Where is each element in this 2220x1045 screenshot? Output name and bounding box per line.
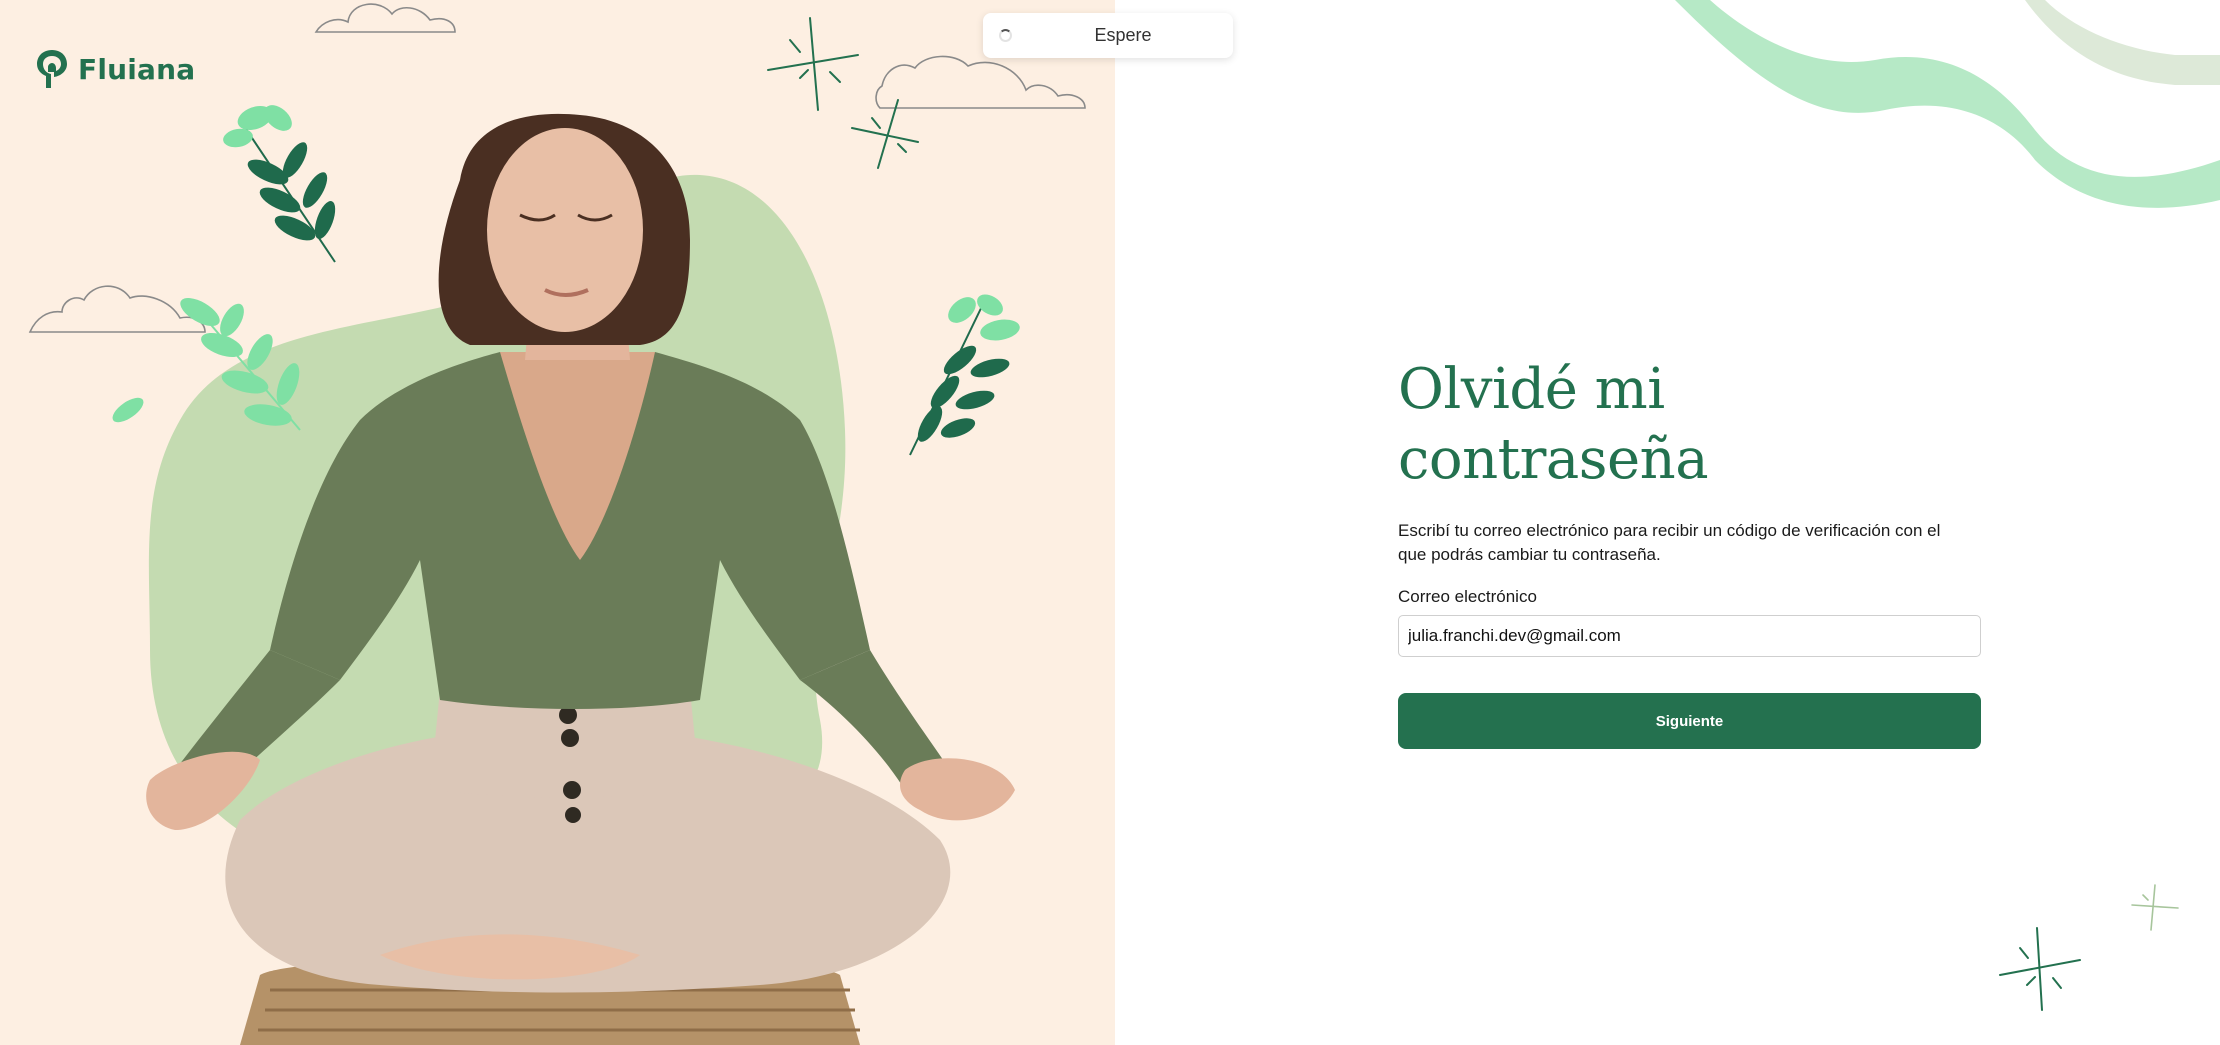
toast-message: Espere [1094, 25, 1152, 45]
leaf-branch [909, 294, 1020, 456]
wave-decoration [1675, 0, 2220, 208]
page-description: Escribí tu correo electrónico para recib… [1398, 521, 1941, 564]
brand-logo[interactable]: Fluiana [34, 48, 195, 90]
cloud-outline [314, 3, 456, 33]
email-field[interactable] [1398, 615, 1981, 657]
meditation-illustration [28, 3, 1086, 1045]
page: Fluiana Espere Olvidé mi contraseña Escr… [0, 0, 2220, 1045]
wave-decoration [2025, 0, 2220, 85]
sparkle-icon [1999, 927, 2081, 1011]
spinner-icon [999, 29, 1012, 42]
illustration-panel: Fluiana [0, 0, 1115, 1045]
cloud-outline [28, 285, 206, 333]
forgot-password-form: Olvidé mi contraseña Escribí tu correo e… [1398, 355, 1981, 749]
next-button[interactable]: Siguiente [1398, 693, 1981, 749]
email-label: Correo electrónico [1398, 587, 1537, 606]
leaf-branch [223, 105, 336, 263]
loading-toast: Espere [983, 13, 1233, 58]
brand-name: Fluiana [78, 52, 196, 86]
page-title: Olvidé mi contraseña [1398, 357, 1709, 492]
sparkle-icon [2131, 884, 2179, 931]
tree-pin-icon [37, 50, 67, 88]
sparkle-icon [767, 17, 859, 111]
sparkle-icon [851, 99, 919, 169]
cloud-outline [875, 55, 1086, 109]
form-panel: Olvidé mi contraseña Escribí tu correo e… [1115, 0, 2220, 1045]
